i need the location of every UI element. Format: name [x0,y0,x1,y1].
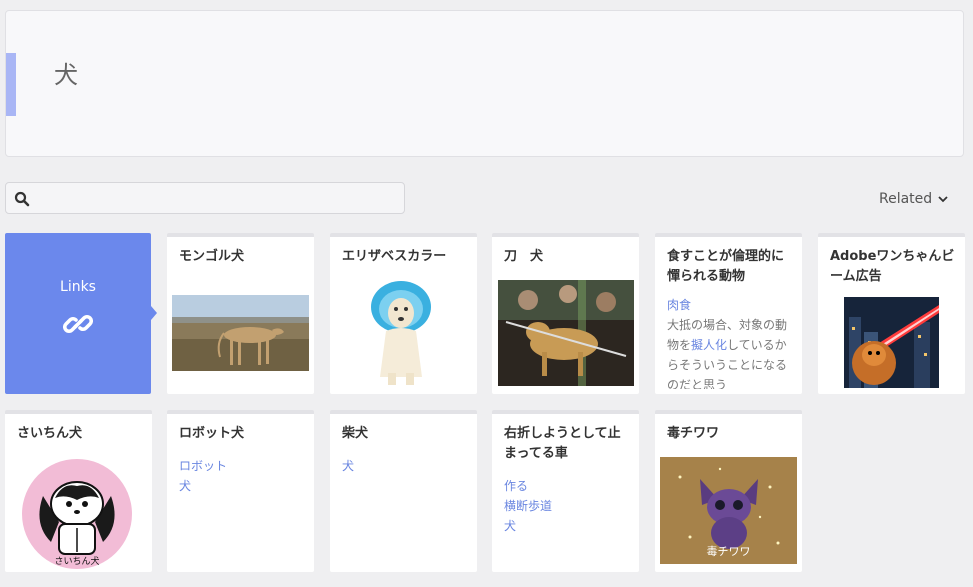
page-header: 犬 [5,10,964,157]
mongol-dog-image [172,295,309,371]
dog-beam-ad-image [844,297,939,388]
card-link[interactable]: ロボット [179,456,227,476]
image-caption: 毒チワワ [706,545,751,558]
card-link[interactable]: 犬 [179,476,227,496]
card-elizabethan-collar[interactable]: エリザベスカラー [330,233,477,394]
search-input[interactable] [5,182,405,214]
card-poison-chihuahua[interactable]: 毒チワワ 毒チワワ [655,410,802,572]
card-mongol-dog[interactable]: モンゴル犬 [167,233,314,394]
card-sword-dog[interactable]: 刀 犬 [492,233,639,394]
card-title: モンゴル犬 [179,249,245,264]
card-title: ロボット犬 [179,426,245,441]
card-adobe-dog-beam-ad[interactable]: Adobeワンちゃんビーム広告 [818,233,965,394]
card-title: 右折しようとして止まってる車 [504,426,621,461]
card-link[interactable]: 擬人化 [691,338,727,352]
card-title: 毒チワワ [667,426,720,441]
card-taboo-food-animals[interactable]: 食すことが倫理的に憚られる動物 肉食 大抵の場合、対象の動物を擬人化しているから… [655,233,802,394]
card-saichin-dog[interactable]: さいちん犬 さいちん犬 [5,410,152,572]
elizabethan-collar-dog-image [371,281,431,385]
related-label: Related [879,191,933,207]
links-card[interactable]: Links [5,233,157,394]
card-link[interactable]: 犬 [504,516,552,536]
card-link[interactable]: 肉食 [667,295,793,315]
card-title: 柴犬 [342,426,369,441]
card-car-turning-right[interactable]: 右折しようとして止まってる車 作る 横断歩道 犬 [492,410,639,572]
header-accent-bar [6,53,16,116]
card-title: 食すことが倫理的に憚られる動物 [667,249,785,284]
links-card-pointer [151,306,157,320]
card-title: さいちん犬 [17,426,83,441]
related-dropdown[interactable]: Related [879,191,948,207]
card-links: 作る 横断歩道 犬 [504,476,552,536]
image-caption: さいちん犬 [54,557,100,567]
links-label: Links [60,279,96,295]
card-shiba-inu[interactable]: 柴犬 犬 [330,410,477,572]
card-link[interactable]: 横断歩道 [504,496,552,516]
sword-dog-image [498,280,634,386]
card-excerpt: 肉食 大抵の場合、対象の動物を擬人化しているからそういうことになるのだと思う [667,295,793,389]
card-title: Adobeワンちゃんビーム広告 [830,249,955,284]
card-link[interactable]: 作る [504,476,552,496]
card-link[interactable]: 犬 [342,456,354,476]
card-links: ロボット 犬 [179,456,227,496]
card-links: 犬 [342,456,354,476]
chevron-down-icon [938,196,948,203]
page-title: 犬 [54,61,78,89]
card-title: 刀 犬 [504,249,544,264]
link-icon [63,314,93,334]
card-robot-dog[interactable]: ロボット犬 ロボット 犬 [167,410,314,572]
card-title: エリザベスカラー [342,249,447,264]
search-icon [14,191,30,207]
